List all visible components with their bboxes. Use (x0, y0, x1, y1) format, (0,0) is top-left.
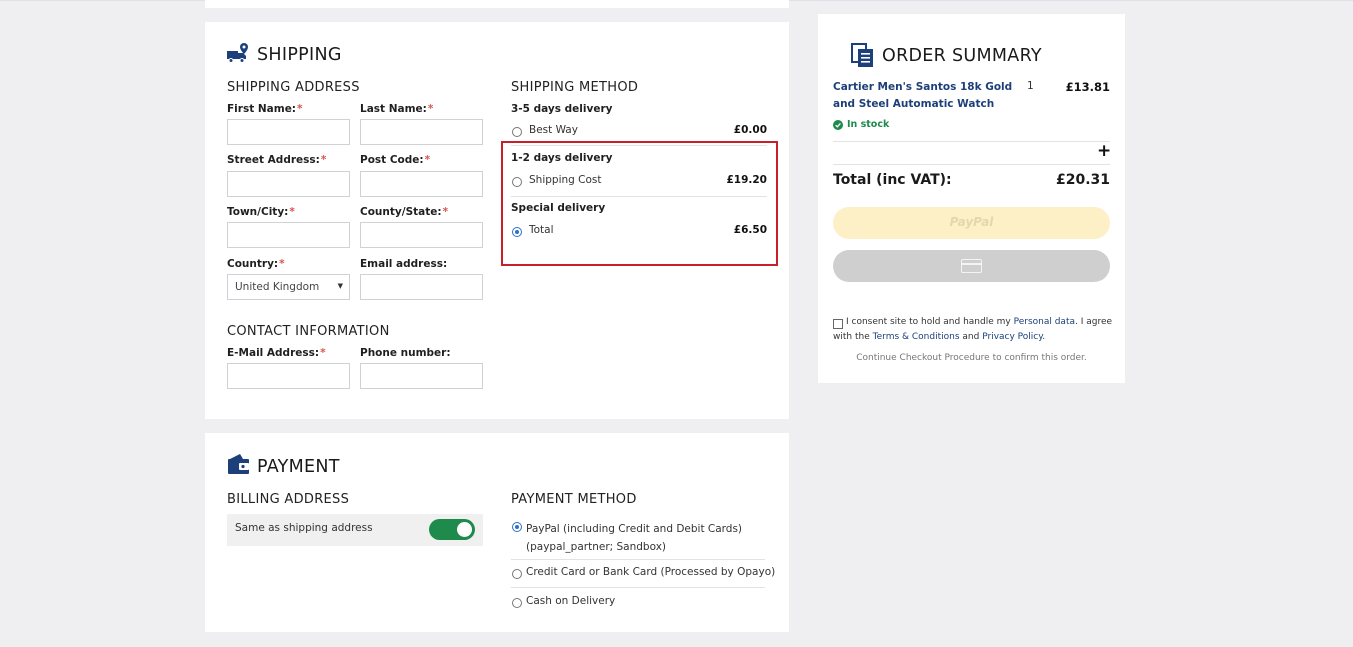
town-city-input[interactable] (227, 222, 350, 248)
order-item-quantity: 1 (1027, 80, 1034, 92)
dropdown-caret-icon: ▼ (337, 282, 343, 290)
order-document-icon (851, 43, 873, 67)
country-select[interactable]: United Kingdom ▼ (227, 274, 350, 300)
payment-method-label: PayPal (including Credit and Debit Cards… (526, 520, 742, 556)
email-address-input[interactable] (360, 274, 483, 300)
consent-text-part: I consent site to hold and handle my (846, 317, 1011, 327)
last-name-input[interactable] (360, 119, 483, 145)
consent-text-part: the (854, 332, 870, 342)
total-label: Total (inc VAT): (833, 172, 952, 188)
payment-method-label: Credit Card or Bank Card (Processed by O… (526, 566, 776, 578)
previous-panel-edge (205, 0, 789, 8)
street-address-input[interactable] (227, 171, 350, 197)
payment-title: PAYMENT (257, 457, 340, 477)
order-item-price: £13.81 (1065, 80, 1110, 94)
payment-method-radio[interactable] (512, 598, 522, 608)
divider (833, 164, 1110, 165)
wallet-icon (228, 454, 249, 474)
paypal-logo-text: PayPal (949, 215, 994, 229)
last-name-label: Last Name:* (360, 103, 434, 115)
check-circle-icon (833, 120, 843, 130)
highlight-box (501, 141, 778, 266)
payment-method-radio[interactable] (512, 569, 522, 579)
card-payment-button[interactable] (833, 250, 1110, 282)
contact-email-label: E-Mail Address:* (227, 347, 326, 359)
divider (511, 559, 765, 560)
phone-number-input[interactable] (360, 363, 483, 389)
shipping-option-label: Best Way (529, 124, 578, 136)
privacy-policy-link[interactable]: Privacy Policy (982, 332, 1042, 342)
terms-conditions-link[interactable]: Terms & Conditions (873, 332, 960, 342)
credit-card-icon (961, 259, 982, 273)
payment-method-label: Cash on Delivery (526, 595, 616, 607)
shipping-address-title: SHIPPING ADDRESS (227, 80, 360, 95)
same-as-shipping-toggle[interactable] (429, 519, 475, 540)
street-address-label: Street Address:* (227, 154, 327, 166)
email-address-label: Email address: (360, 258, 448, 270)
town-city-label: Town/City:* (227, 206, 295, 218)
stock-status: In stock (847, 119, 890, 130)
total-value: £20.31 (1055, 172, 1110, 188)
contact-information-title: CONTACT INFORMATION (227, 324, 390, 339)
shipping-option-price: £0.00 (733, 124, 767, 136)
billing-address-title: BILLING ADDRESS (227, 492, 350, 507)
divider (833, 141, 1110, 142)
payment-method-title: PAYMENT METHOD (511, 492, 637, 507)
same-as-shipping-row: Same as shipping address (227, 514, 483, 546)
payment-method-line: PayPal (including Credit and Debit Cards… (526, 523, 743, 535)
shipping-group-title: 3-5 days delivery (511, 103, 613, 115)
order-summary-title: ORDER SUMMARY (882, 46, 1042, 66)
same-as-shipping-label: Same as shipping address (235, 522, 373, 534)
shipping-option-radio[interactable] (512, 127, 522, 137)
divider (511, 587, 765, 588)
payment-method-radio-selected[interactable] (512, 522, 522, 532)
country-select-value: United Kingdom (235, 281, 320, 293)
phone-number-label: Phone number: (360, 347, 451, 359)
country-label: Country:* (227, 258, 285, 270)
first-name-input[interactable] (227, 119, 350, 145)
delivery-truck-icon (227, 43, 248, 63)
order-item-name-line: Cartier Men's Santos 18k Gold (833, 81, 1013, 93)
post-code-input[interactable] (360, 171, 483, 197)
paypal-button[interactable]: PayPal (833, 207, 1110, 239)
toggle-knob (457, 522, 472, 537)
consent-text-part: . (1042, 332, 1046, 342)
county-state-label: County/State:* (360, 206, 449, 218)
shipping-title: SHIPPING (257, 45, 342, 65)
payment-method-line: (paypal_partner; Sandbox) (526, 541, 667, 553)
consent-text: I consent site to hold and handle my Per… (833, 315, 1113, 345)
shipping-method-title: SHIPPING METHOD (511, 80, 639, 95)
contact-email-input[interactable] (227, 363, 350, 389)
order-item-name-line: and Steel Automatic Watch (833, 98, 995, 110)
personal-data-link[interactable]: Personal data (1014, 317, 1075, 327)
expand-plus-icon[interactable]: + (1097, 141, 1111, 161)
consent-text-part: and (962, 332, 980, 342)
first-name-label: First Name:* (227, 103, 303, 115)
continue-checkout-note: Continue Checkout Procedure to confirm t… (856, 353, 1087, 363)
post-code-label: Post Code:* (360, 154, 431, 166)
order-item-name[interactable]: Cartier Men's Santos 18k Gold and Steel … (833, 79, 1012, 113)
county-state-input[interactable] (360, 222, 483, 248)
